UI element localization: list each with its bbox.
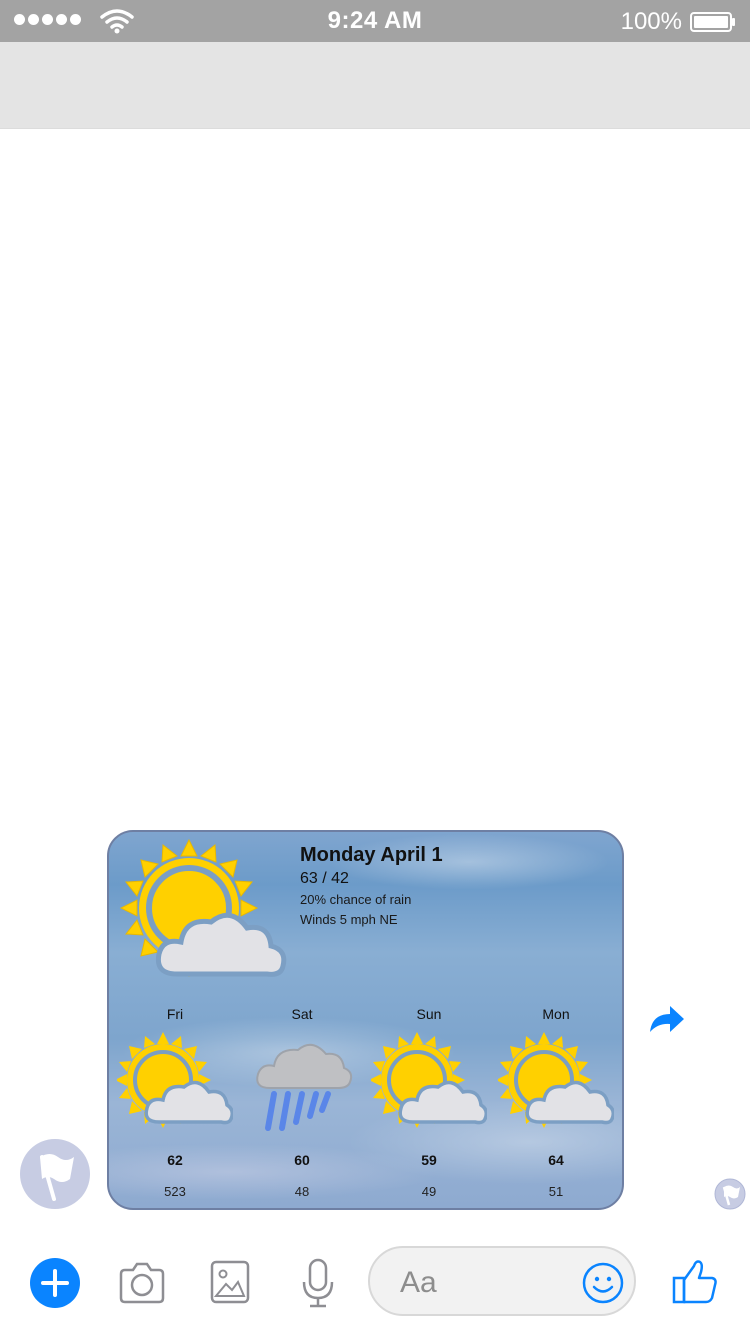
forecast-low: 523: [164, 1184, 186, 1199]
forecast-temps: 63 / 42: [300, 870, 349, 887]
forecast-high: 60: [294, 1152, 310, 1168]
partly-cloudy-icon: [371, 1032, 487, 1128]
gallery-icon[interactable]: [210, 1260, 250, 1304]
forecast-day-name: Sun: [416, 1006, 442, 1022]
forecast-day: Mon 64 51: [492, 1006, 620, 1202]
forecast-day: Sun 59 49: [365, 1006, 493, 1202]
message-composer: [368, 1246, 636, 1316]
battery-icon: [690, 12, 735, 32]
plus-icon[interactable]: [30, 1258, 80, 1308]
navigation-bar: [0, 42, 750, 129]
forecast-low: 48: [294, 1184, 310, 1199]
forecast-high: 59: [421, 1152, 437, 1168]
emoji-icon[interactable]: [582, 1262, 624, 1304]
share-arrow-icon[interactable]: [646, 1002, 686, 1036]
forecast-day-name: Mon: [542, 1006, 570, 1022]
bot-avatar-flag-icon[interactable]: [20, 1139, 90, 1209]
wind-speed: Winds 5 mph NE: [300, 912, 398, 927]
forecast-date-title: Monday April 1: [300, 844, 443, 866]
rain-chance: 20% chance of rain: [300, 892, 412, 907]
forecast-day: Sat 60 48: [238, 1006, 366, 1202]
forecast-day: Fri 62 523: [111, 1006, 239, 1202]
partly-cloudy-icon: [498, 1032, 614, 1128]
forecast-day-name: Fri: [166, 1006, 184, 1022]
message-input[interactable]: [398, 1260, 572, 1306]
forecast-low: 49: [421, 1184, 437, 1199]
partly-cloudy-icon: [117, 1032, 233, 1128]
thumbs-up-icon[interactable]: [670, 1256, 720, 1306]
forecast-high: 64: [548, 1152, 564, 1168]
forecast-high: 62: [167, 1152, 183, 1168]
forecast-day-name: Sat: [291, 1006, 313, 1022]
status-bar: 9:24 AM 100%: [0, 0, 750, 42]
camera-icon[interactable]: [117, 1262, 167, 1304]
rain-cloud-icon: [256, 1043, 353, 1131]
forecast-low: 51: [548, 1184, 564, 1199]
microphone-icon[interactable]: [300, 1258, 336, 1308]
partly-cloudy-icon: [119, 838, 287, 978]
battery-percent: 100%: [620, 8, 682, 35]
weather-card[interactable]: Monday April 1 63 / 42 20% chance of rai…: [107, 830, 624, 1210]
seen-indicator-icon: [714, 1178, 746, 1210]
